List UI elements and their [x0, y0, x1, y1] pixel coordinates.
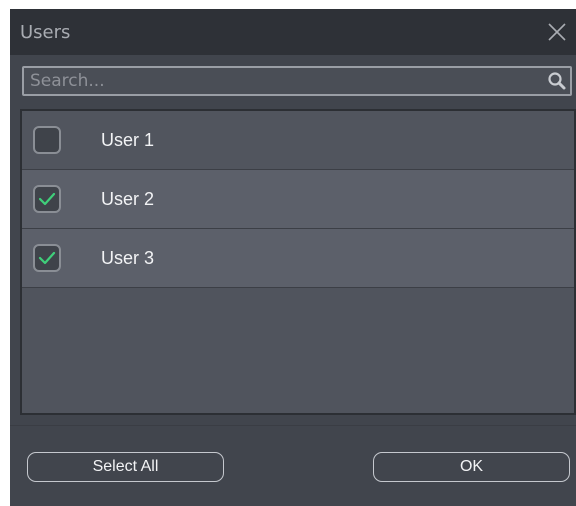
- footer-divider: [10, 425, 576, 426]
- list-item-label: User 2: [101, 189, 155, 209]
- list-item-user-3[interactable]: User 3: [22, 229, 574, 288]
- list-item-user-2[interactable]: User 2: [22, 170, 574, 229]
- list-item-label: User 1: [101, 130, 155, 150]
- close-icon[interactable]: [544, 19, 570, 45]
- dialog-title: Users: [20, 22, 71, 43]
- dialog-titlebar: Users: [10, 9, 576, 55]
- users-dialog: Users User 1 User 2: [10, 9, 576, 506]
- list-item-label: User 3: [101, 248, 155, 268]
- user-list: User 1 User 2 User 3: [20, 109, 576, 415]
- ok-button[interactable]: OK: [373, 452, 570, 482]
- checkbox-user-3[interactable]: [33, 244, 61, 272]
- list-item-user-1[interactable]: User 1: [22, 111, 574, 170]
- checkbox-user-1[interactable]: [33, 126, 61, 154]
- checkbox-user-2[interactable]: [33, 185, 61, 213]
- search-input[interactable]: [30, 68, 540, 94]
- search-box: [22, 66, 572, 96]
- checkmark-icon: [38, 251, 56, 265]
- search-icon[interactable]: [546, 70, 568, 92]
- checkmark-icon: [38, 192, 56, 206]
- select-all-button[interactable]: Select All: [27, 452, 224, 482]
